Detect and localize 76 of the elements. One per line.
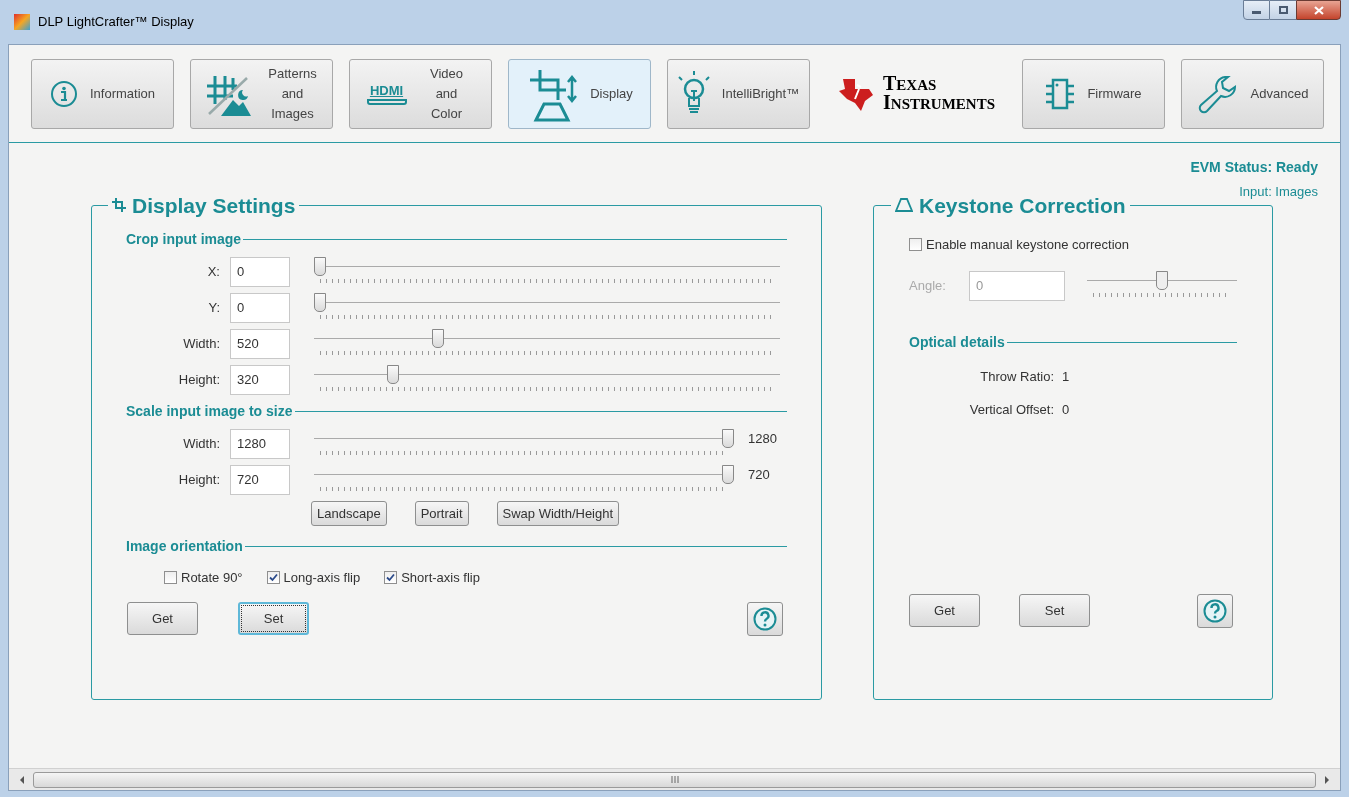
checkbox-label: Rotate 90°: [181, 569, 243, 587]
company-logo-text: TEXAS INSTRUMENTS: [883, 75, 995, 113]
slider-value: 1280: [748, 430, 777, 448]
push-button[interactable]: Landscape: [311, 501, 387, 526]
help-icon: [753, 606, 777, 631]
checkbox[interactable]: [909, 238, 922, 252]
slider-value: 720: [748, 466, 770, 484]
input-source: Input: Images: [1239, 183, 1318, 201]
crop-icon: [112, 198, 126, 213]
input-field[interactable]: 720: [230, 465, 290, 495]
help-icon: [1203, 598, 1227, 623]
section-heading: Crop input image: [126, 229, 242, 249]
grip-icon: [670, 776, 679, 783]
checkbox[interactable]: [384, 571, 398, 585]
horizontal-scrollbar[interactable]: [9, 768, 1340, 790]
help-button[interactable]: [1197, 593, 1233, 628]
close-button[interactable]: [1296, 0, 1341, 20]
field-label: Height:: [177, 471, 220, 490]
field-label: Angle:: [909, 276, 947, 295]
logo-icon: [837, 77, 875, 111]
push-button[interactable]: Get: [909, 594, 980, 627]
wrench-icon: [1196, 74, 1239, 114]
input-field[interactable]: 320: [230, 365, 290, 395]
property-label: Vertical Offset:: [968, 401, 1054, 419]
panel-title: Display Settings: [132, 192, 296, 219]
evm-status: EVM Status: Ready: [1190, 158, 1318, 177]
slider-thumb[interactable]: [314, 257, 326, 276]
push-button[interactable]: Get: [127, 602, 198, 635]
help-button[interactable]: [747, 601, 783, 636]
chip-icon: [1045, 77, 1076, 111]
input-field[interactable]: 0: [230, 257, 290, 287]
checkbox-label: Short-axis flip: [401, 569, 480, 587]
checkbox-label: Enable manual keystone correction: [926, 236, 1130, 254]
field-label: Y:: [207, 299, 220, 318]
field-label: X:: [206, 263, 220, 282]
field-label: Width:: [182, 435, 220, 454]
toolbar-tab[interactable]: Advanced: [1181, 59, 1324, 129]
scroll-right-icon[interactable]: [1322, 774, 1332, 785]
section-heading: Optical details: [909, 333, 1005, 352]
checkbox-label: Long-axis flip: [283, 569, 361, 587]
trapezoid-icon: [895, 198, 913, 213]
section-heading: Scale input image to size: [126, 401, 293, 421]
push-button[interactable]: Set: [1019, 594, 1090, 627]
toolbar-tab[interactable]: Patterns and Images: [190, 59, 333, 129]
property-value: 0: [1062, 401, 1070, 419]
info-icon: [49, 80, 78, 108]
slider-thumb[interactable]: [314, 293, 326, 312]
toolbar-tab[interactable]: IntelliBright™: [667, 59, 810, 129]
slider-thumb[interactable]: [386, 365, 399, 384]
property-label: Throw Ratio:: [979, 367, 1054, 386]
panel-title: Keystone Correction: [919, 192, 1126, 219]
push-button[interactable]: Portrait: [414, 501, 469, 526]
slider-thumb[interactable]: [722, 465, 734, 484]
checkbox[interactable]: [164, 571, 177, 585]
field-label: Width:: [182, 335, 220, 354]
close-icon: [1313, 5, 1324, 15]
push-button[interactable]: Swap Width/Height: [496, 501, 620, 526]
input-field[interactable]: 520: [230, 329, 290, 359]
minimize-button[interactable]: [1243, 0, 1270, 20]
app-icon: [14, 14, 30, 30]
toolbar-tab[interactable]: Display: [508, 59, 651, 129]
section-heading: Image orientation: [126, 536, 243, 556]
slider-thumb[interactable]: [432, 329, 445, 348]
push-button[interactable]: Set: [238, 602, 309, 635]
property-value: 1: [1062, 367, 1070, 386]
toolbar-tab[interactable]: Information: [31, 59, 174, 129]
slider-thumb[interactable]: [722, 429, 734, 448]
maximize-button[interactable]: [1270, 0, 1296, 20]
scrollbar-thumb[interactable]: [33, 771, 1316, 788]
window-title: DLP LightCrafter™ Display: [38, 13, 194, 32]
input-field[interactable]: 0: [230, 293, 290, 323]
field-label: Height:: [177, 371, 220, 390]
toolbar-tab[interactable]: Firmware: [1022, 59, 1165, 129]
toolbar-tab[interactable]: HDMI Video and Color: [349, 59, 492, 129]
input-field[interactable]: 1280: [230, 429, 290, 459]
checkbox[interactable]: [266, 571, 280, 585]
